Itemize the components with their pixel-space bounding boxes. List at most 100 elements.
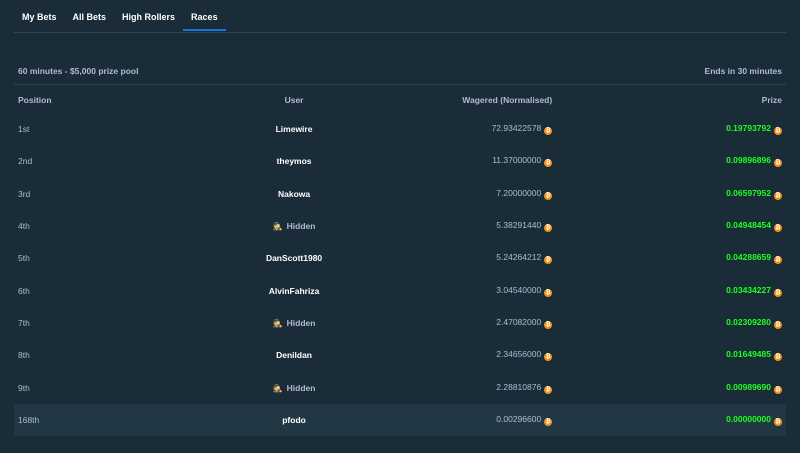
row-wagered: 2.47082000 ₿ (356, 306, 557, 340)
incognito-icon: 🕵 (272, 383, 283, 393)
bitcoin-icon: ₿ (774, 417, 782, 426)
prize-value: 0.09896896 (726, 155, 771, 166)
row-prize: 0.00000000 ₿ (556, 403, 786, 436)
incognito-icon: 🕵 (272, 318, 283, 328)
row-prize: 0.19793792 ₿ (556, 113, 786, 146)
table-row: 7th 🕵 Hidden 2.47082000 ₿ 0.02309280 ₿ (14, 306, 786, 340)
row-user[interactable]: theymos (231, 145, 357, 178)
table-row: 6th AlvinFahriza 3.04540000 ₿ 0.03434227 ₿ (14, 274, 786, 307)
prize-value: 0.00000000 (726, 413, 771, 424)
row-position: 2nd (14, 145, 232, 178)
bets-tabs: My Bets All Bets High Rollers Races (14, 0, 786, 33)
wagered-value: 2.34656000 (496, 349, 542, 360)
row-user[interactable]: Denildan (231, 339, 357, 372)
table-row: 5th DanScott1980 5.24264212 ₿ 0.04288659 ₿ (14, 242, 786, 275)
prize-value: 0.00989690 (726, 381, 771, 392)
table-row: 168th pfodo 0.00296600 ₿ 0.00000000 ₿ (14, 403, 786, 436)
user-name: pfodo (282, 414, 306, 425)
user-name: Nakowa (277, 188, 311, 199)
prize-value: 0.02309280 (726, 316, 771, 327)
tab-my-bets[interactable]: My Bets (14, 0, 65, 31)
bitcoin-icon: ₿ (544, 191, 553, 200)
row-wagered: 3.04540000 ₿ (356, 274, 557, 307)
row-wagered: 2.34656000 ₿ (356, 339, 557, 372)
user-name: theymos (276, 156, 312, 167)
bitcoin-icon: ₿ (544, 256, 553, 265)
prize-value: 0.04948454 (726, 220, 771, 231)
row-user: 🕵 Hidden (231, 209, 357, 243)
row-prize: 0.02309280 ₿ (556, 306, 786, 340)
wagered-value: 0.00296600 (496, 413, 542, 424)
bitcoin-icon: ₿ (544, 127, 553, 136)
bitcoin-icon: ₿ (544, 224, 553, 233)
row-prize: 0.09896896 ₿ (556, 145, 786, 178)
row-prize: 0.01649485 ₿ (556, 339, 786, 372)
row-position: 6th (14, 274, 232, 307)
row-prize: 0.04948454 ₿ (556, 209, 786, 243)
user-name: Hidden (286, 317, 316, 328)
row-wagered: 11.37000000 ₿ (356, 145, 557, 178)
tab-high-rollers[interactable]: High Rollers (114, 0, 183, 31)
bitcoin-icon: ₿ (774, 353, 782, 362)
incognito-icon: 🕵 (272, 222, 283, 232)
table-header: Position User Wagered (Normalised) Prize (14, 87, 786, 113)
prize-value: 0.03434227 (726, 284, 771, 295)
prize-value: 0.01649485 (726, 349, 771, 360)
row-user: 🕵 Hidden (231, 306, 357, 340)
table-row: 2nd theymos 11.37000000 ₿ 0.09896896 ₿ (14, 145, 786, 178)
user-name: Hidden (286, 382, 316, 393)
row-prize: 0.06597952 ₿ (556, 177, 786, 210)
bitcoin-icon: ₿ (774, 127, 782, 136)
row-user: 🕵 Hidden (231, 371, 357, 404)
row-position: 4th (14, 209, 232, 243)
row-wagered: 7.20000000 ₿ (356, 177, 557, 210)
tab-races[interactable]: Races (183, 0, 226, 31)
user-name: Limewire (275, 124, 313, 135)
race-description: 60 minutes - $5,000 prize pool (18, 66, 139, 76)
row-wagered: 72.93422578 ₿ (356, 113, 557, 146)
row-position: 7th (14, 306, 232, 340)
row-prize: 0.03434227 ₿ (556, 274, 786, 307)
user-name: DanScott1980 (265, 253, 323, 264)
row-user[interactable]: DanScott1980 (231, 242, 357, 275)
bitcoin-icon: ₿ (544, 353, 553, 362)
bitcoin-icon: ₿ (774, 159, 782, 168)
bitcoin-icon: ₿ (774, 191, 782, 200)
table-row: 9th 🕵 Hidden 2.28810876 ₿ 0.00989690 ₿ (14, 371, 786, 404)
wagered-value: 11.37000000 (492, 155, 542, 166)
bitcoin-icon: ₿ (774, 385, 782, 394)
row-user[interactable]: pfodo (231, 403, 357, 436)
row-user[interactable]: Limewire (231, 113, 357, 146)
row-position: 5th (14, 242, 232, 275)
wagered-value: 5.38291440 (496, 220, 542, 231)
bitcoin-icon: ₿ (544, 288, 553, 297)
row-position: 3rd (14, 177, 232, 210)
row-prize: 0.04288659 ₿ (556, 242, 786, 275)
prize-value: 0.04288659 (726, 252, 771, 263)
user-name: Denildan (276, 350, 312, 361)
prize-value: 0.19793792 (726, 123, 771, 134)
race-leaderboard: Position User Wagered (Normalised) Prize… (14, 87, 786, 436)
wagered-value: 72.93422578 (491, 123, 542, 134)
column-user: User (284, 95, 304, 105)
user-name: Hidden (286, 221, 316, 232)
race-ends: Ends in 30 minutes (704, 66, 782, 76)
wagered-value: 2.47082000 (496, 316, 542, 327)
tab-all-bets[interactable]: All Bets (65, 0, 115, 31)
row-wagered: 0.00296600 ₿ (356, 403, 557, 436)
row-user[interactable]: AlvinFahriza (231, 274, 357, 307)
wagered-value: 7.20000000 (496, 187, 542, 198)
row-prize: 0.00989690 ₿ (556, 371, 786, 404)
prize-value: 0.06597952 (726, 187, 771, 198)
user-name: AlvinFahriza (268, 285, 320, 296)
row-wagered: 5.24264212 ₿ (356, 242, 557, 275)
row-wagered: 2.28810876 ₿ (356, 371, 557, 404)
column-prize: Prize (761, 95, 782, 105)
column-position: Position (18, 95, 52, 105)
wagered-value: 5.24264212 (496, 252, 542, 263)
bitcoin-icon: ₿ (774, 320, 782, 329)
race-info: 60 minutes - $5,000 prize pool Ends in 3… (14, 58, 786, 85)
row-user[interactable]: Nakowa (231, 177, 357, 210)
bitcoin-icon: ₿ (544, 385, 553, 394)
wagered-value: 2.28810876 (496, 381, 542, 392)
